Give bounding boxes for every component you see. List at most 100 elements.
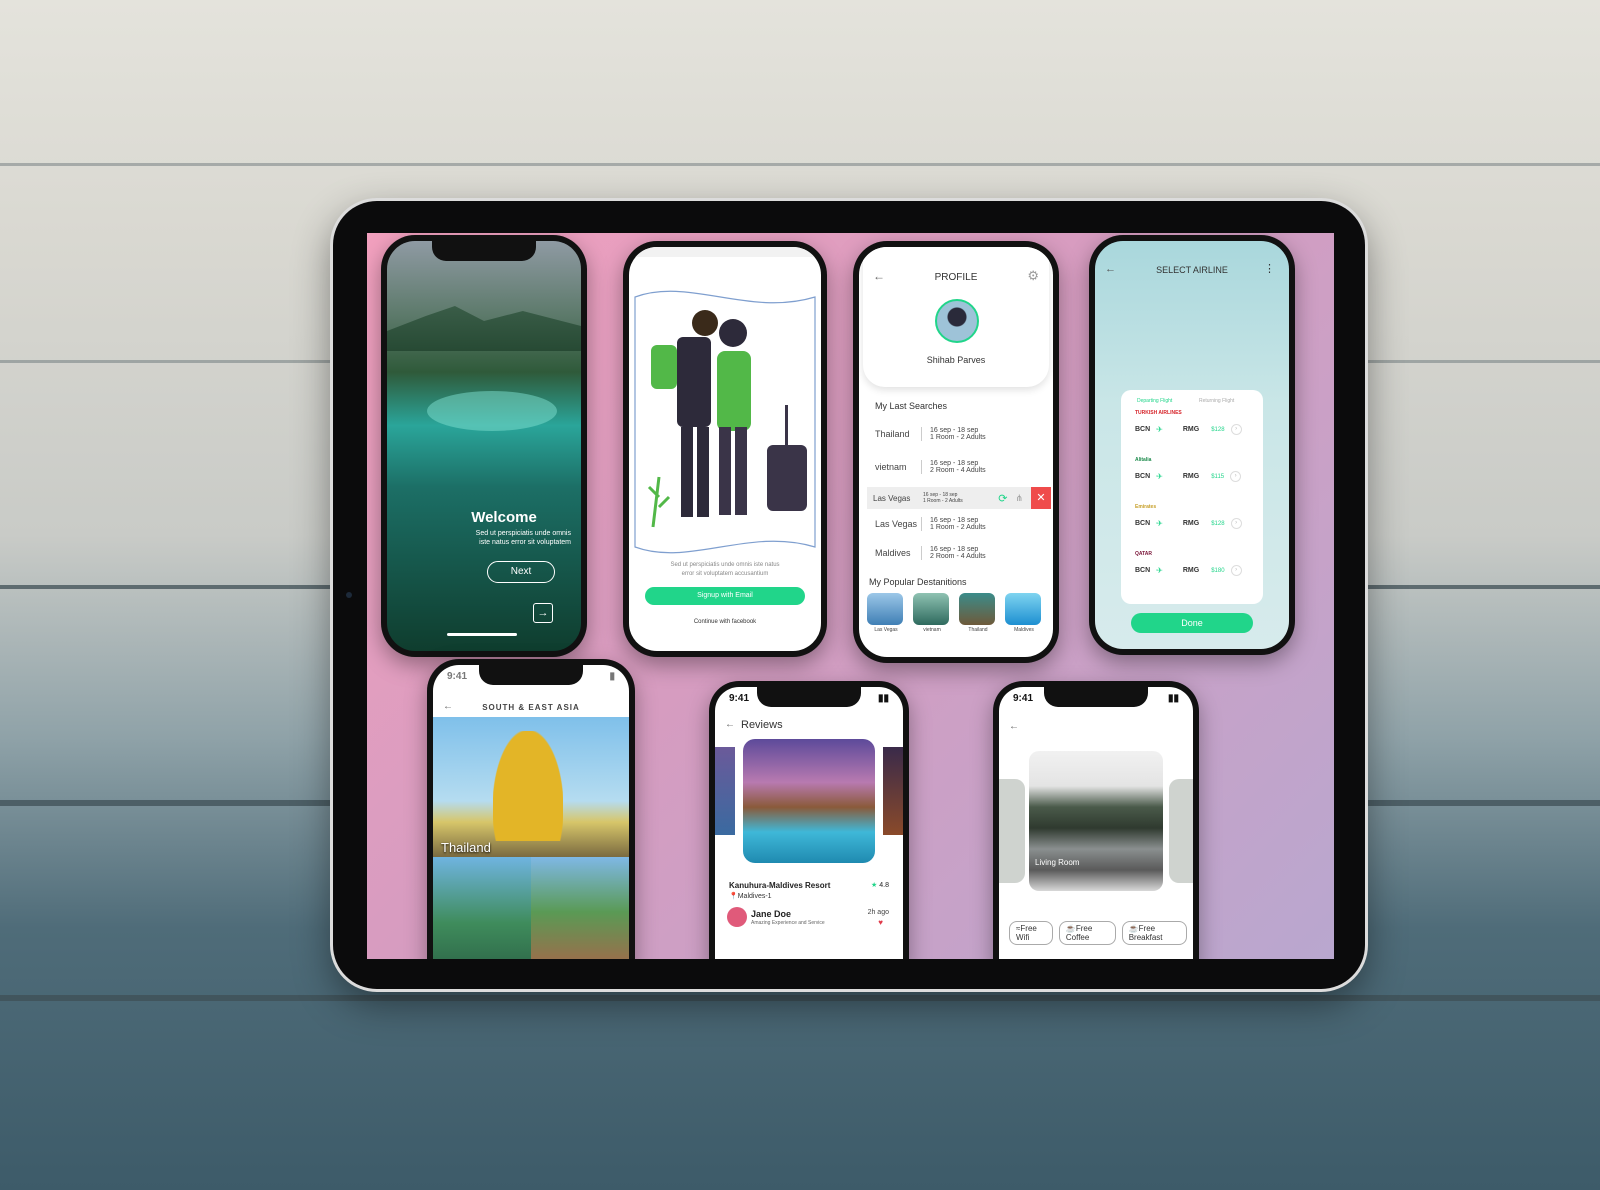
coffee-icon: ☕ <box>1065 924 1076 933</box>
price: $128 <box>1211 426 1225 433</box>
plane-icon: ✈ <box>1156 425 1163 434</box>
prev-image-button[interactable] <box>715 747 735 835</box>
phone-reviews: 9:41 ▮▮ ← Reviews Kanuhura-Maldives Resor… <box>709 681 909 959</box>
price: $128 <box>1211 520 1225 527</box>
phone-signup: Sed ut perspiciatis unde omnis iste natu… <box>623 241 827 657</box>
destination-name: Thailand <box>968 627 988 633</box>
location: 📍Maldives-1 <box>729 893 772 900</box>
back-arrow-icon[interactable]: ← <box>725 719 735 730</box>
plane-icon: ✈ <box>1156 519 1163 528</box>
status-time: 9:41 <box>1013 693 1034 704</box>
review-ago: 2h ago <box>867 909 889 916</box>
amenity-chip: ≈Free Wifi <box>1009 921 1053 945</box>
resort-name: Kanuhura-Maldives Resort <box>729 881 831 890</box>
airline-logo: TURKISH AIRLINES <box>1135 410 1182 416</box>
refresh-icon[interactable]: ⟳ <box>998 492 1007 505</box>
avatar <box>935 299 979 343</box>
phone-profile: ← PROFILE ⚙ Shihab Parves My Last Search… <box>853 241 1059 663</box>
amenity-chip: ☕Free Breakfast <box>1121 921 1188 945</box>
search-row[interactable]: Las Vegas 16 sep - 18 sep 1 Room - 2 Adul… <box>875 517 1043 531</box>
card-thailand[interactable]: Thailand <box>433 717 629 857</box>
room-image[interactable]: Living Room <box>1029 751 1163 891</box>
airline-logo: QATAR <box>1135 551 1153 557</box>
to-code: RMG <box>1182 520 1200 527</box>
card-resort[interactable] <box>531 857 629 959</box>
popular-destination-card[interactable]: vietnam <box>913 593 951 633</box>
destination-thumbnail <box>959 593 995 625</box>
gear-icon[interactable]: ⚙ <box>1027 268 1039 284</box>
battery-icon: ▮ <box>609 671 615 682</box>
search-row[interactable]: vietnam 16 sep - 18 sep 2 Room - 4 Adults <box>875 460 1043 474</box>
chevron-right-icon[interactable]: › <box>1230 424 1242 435</box>
share-icon[interactable]: ⋔ <box>1015 493 1023 504</box>
popular-destination-card[interactable]: Maldives <box>1005 593 1043 633</box>
rating: ★ 4.8 <box>871 882 889 889</box>
popular-destination-card[interactable]: Thailand <box>959 593 997 633</box>
review-text: Amazing Experience and Service <box>751 920 825 926</box>
status-time: 9:41 <box>729 693 750 704</box>
signal-icon: ▮▮ <box>1167 693 1179 704</box>
chevron-right-icon[interactable]: › <box>1230 471 1242 482</box>
pin-icon: 📍 <box>729 893 738 900</box>
tab-returning[interactable]: Returning Flight <box>1199 398 1234 404</box>
flight-row[interactable]: QATAR BCN ✈ RMG $180 › <box>1135 551 1249 589</box>
signup-email-button[interactable]: Signup with Email <box>645 587 805 605</box>
popular-destinations: Las Vegas vietnam Thailand Maldives <box>867 593 1043 633</box>
amenity-chip: ☕Free Coffee <box>1058 921 1116 945</box>
card-beach[interactable] <box>433 857 531 959</box>
star-icon: ★ <box>871 882 878 889</box>
airline-title: SELECT AIRLINE <box>1156 265 1228 275</box>
status-time: 9:41 <box>447 671 468 682</box>
chevron-right-icon[interactable]: › <box>1230 565 1242 576</box>
destination-name: Maldives <box>1014 627 1034 633</box>
plane-icon: ✈ <box>1156 566 1163 575</box>
reviewer-name: Jane Doe <box>751 909 792 919</box>
delete-icon[interactable]: ✕ <box>1031 487 1051 509</box>
reviews-title: Reviews <box>741 719 783 731</box>
flight-row[interactable]: Emirates BCN ✈ RMG $128 › <box>1135 504 1249 542</box>
tablet-screen: Welcome Sed ut perspiciatis unde omnis i… <box>367 233 1334 959</box>
next-room-image[interactable] <box>1169 779 1193 883</box>
room-label: Living Room <box>1035 858 1080 867</box>
to-code: RMG <box>1182 567 1200 574</box>
search-row-swiped[interactable]: Las Vegas 16 sep - 18 sep 1 Room - 2 Adul… <box>867 487 1051 509</box>
airline-logo: Emirates <box>1135 504 1157 510</box>
phone-room: 9:41 ▮▮ ← Living Room ≈Free Wifi ☕Free Cof… <box>993 681 1199 959</box>
price: $115 <box>1211 473 1225 480</box>
continue-facebook-link[interactable]: Continue with facebook <box>629 619 821 625</box>
more-options-icon[interactable]: ⋮ <box>1264 262 1275 275</box>
welcome-subtitle-1: Sed ut perspiciatis unde omnis <box>475 530 571 537</box>
next-image-button[interactable] <box>883 747 903 835</box>
price: $180 <box>1211 567 1225 574</box>
done-button[interactable]: Done <box>1131 613 1253 633</box>
from-code: BCN <box>1135 473 1151 480</box>
airline-logo: Alitalia <box>1135 457 1152 463</box>
signal-icon: ▮▮ <box>877 693 889 704</box>
flight-row[interactable]: Alitalia BCN ✈ RMG $115 › <box>1135 457 1249 495</box>
card-label: Thailand <box>441 840 491 855</box>
back-arrow-icon[interactable]: ← <box>1009 721 1019 732</box>
destination-name: vietnam <box>923 627 941 633</box>
heart-icon[interactable]: ♥ <box>878 918 883 927</box>
welcome-subtitle-2: iste natus error sit voluptatem <box>479 539 571 546</box>
flight-row[interactable]: TURKISH AIRLINES BCN ✈ RMG $128 › <box>1135 410 1249 448</box>
search-row[interactable]: Thailand 16 sep - 18 sep 1 Room - 2 Adult… <box>875 427 1043 441</box>
phone-asia: 9:41 ▮ ← SOUTH & EAST ASIA Thailand <box>427 659 635 959</box>
last-searches-heading: My Last Searches <box>875 401 948 411</box>
phone-welcome: Welcome Sed ut perspiciatis unde omnis i… <box>381 235 587 657</box>
tab-departing[interactable]: Departing Flight <box>1137 398 1172 404</box>
arrow-right-icon[interactable]: → <box>533 603 553 623</box>
next-button[interactable]: Next <box>487 561 555 583</box>
chevron-right-icon[interactable]: › <box>1230 518 1242 529</box>
from-code: BCN <box>1135 567 1151 574</box>
signup-text-1: Sed ut perspiciatis unde omnis iste natu… <box>670 562 780 568</box>
popular-destination-card[interactable]: Las Vegas <box>867 593 905 633</box>
to-code: RMG <box>1182 473 1200 480</box>
welcome-title: Welcome <box>471 509 537 526</box>
resort-image[interactable] <box>743 739 875 863</box>
search-row[interactable]: Maldives 16 sep - 18 sep 2 Room - 4 Adult… <box>875 546 1043 560</box>
amenities: ≈Free Wifi ☕Free Coffee ☕Free Breakfast <box>1009 921 1188 945</box>
prev-room-image[interactable] <box>999 779 1025 883</box>
flights-card: Departing Flight Returning Flight TURKIS… <box>1121 390 1263 604</box>
popular-heading: My Popular Destanitions <box>869 577 967 587</box>
